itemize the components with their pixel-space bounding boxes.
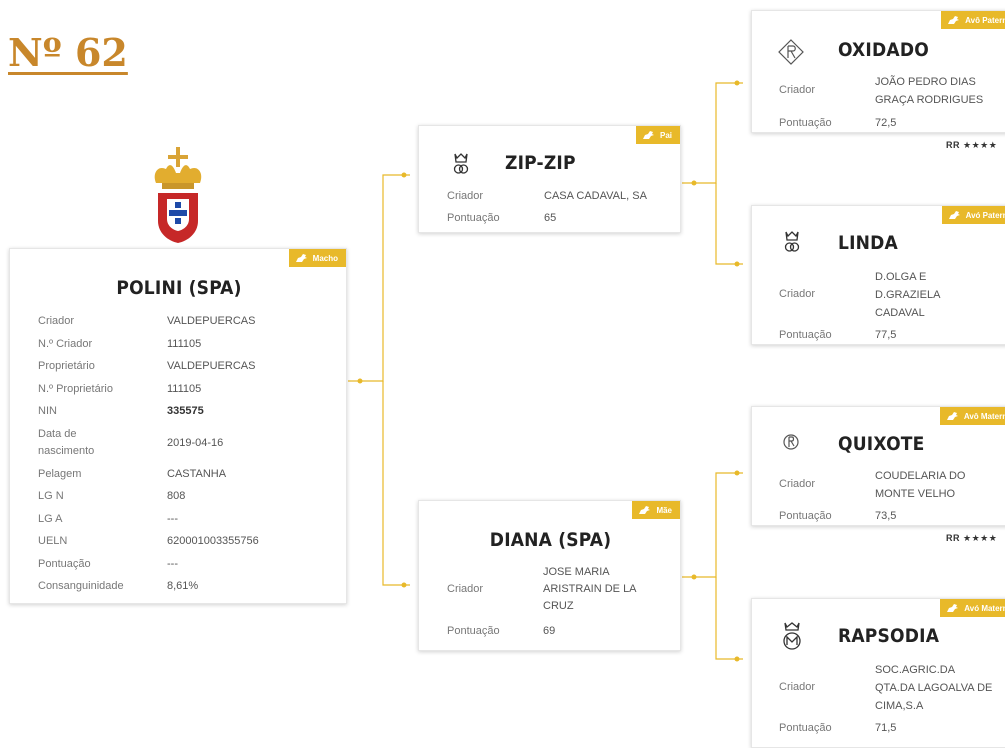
breeder-value: COUDELARIA DO MONTE VELHO (875, 470, 966, 500)
field-value: 111105 (167, 382, 202, 395)
breeder-value: D.OLGA E D.GRAZIELA CADAVAL (875, 271, 940, 319)
brand-crown-m-icon (783, 622, 801, 650)
field-value: 111105 (167, 337, 202, 350)
field-label: Criador (38, 315, 75, 327)
score-value: 73,5 (875, 510, 897, 522)
breeder-value: JOSE MARIA ARISTRAIN DE LA CRUZ (543, 566, 636, 612)
breeder-label: Criador (779, 288, 816, 300)
grandparent-card: Avô Paterno OXIDADO Criador JOÃO PEDRO D… (751, 10, 1005, 133)
horse-name: POLINI (SPA) (116, 277, 242, 299)
breeder-value: SOC.AGRIC.DA QTA.DA LAGOALVA DE CIMA,S.A (875, 664, 993, 712)
breeder-label: Criador (447, 190, 484, 202)
field-value: VALDEPUERCAS (167, 315, 256, 327)
horse-name: RAPSODIA (838, 625, 940, 647)
badge-label: Mãe (656, 505, 672, 515)
field-value: CASTANHA (167, 467, 227, 480)
horse-icon (639, 506, 651, 514)
breeder-label: Criador (447, 583, 484, 595)
field-label: Pelagem (38, 467, 82, 480)
dam-card: Mãe DIANA (SPA) Criador JOSE MARIA ARIST… (418, 500, 681, 651)
horse-name: QUIXOTE (838, 433, 925, 455)
grandparent-badge: Avó Materna (940, 599, 1005, 617)
field-value: VALDEPUERCAS (167, 360, 256, 372)
brand-circle-icon (783, 434, 799, 450)
breeder-label: Criador (779, 84, 816, 96)
score-label: Pontuação (447, 625, 500, 637)
brand-crown-icon (453, 153, 469, 174)
field-value: 8,61% (167, 580, 199, 592)
breeder-value: CASA CADAVAL, SA (544, 190, 647, 202)
sire-card: Pai ZIP-ZIP Criador CASA CADAVAL, SA Pon… (418, 125, 681, 233)
breeder-label: Criador (779, 478, 816, 490)
field-value: 335575 (167, 405, 204, 417)
grandparent-card: Avó Materna RAPSODIA Criador SOC.AGRIC.D… (751, 598, 1005, 748)
brand-crown-icon (784, 231, 800, 252)
dam-badge: Mãe (632, 501, 680, 519)
badge-label: Avô Paterno (965, 15, 1005, 25)
field-value: 620001003355756 (167, 535, 259, 547)
brand-diamond-icon (778, 39, 804, 65)
score-value: 71,5 (875, 722, 897, 734)
breeder-value: JOÃO PEDRO DIAS GRAÇA RODRIGUES (875, 76, 984, 106)
score-value: 69 (543, 625, 556, 637)
main-horse-card: Macho POLINI (SPA) Criador VALDEPUERCAS N.… (9, 248, 347, 604)
field-label: Pontuação (38, 557, 91, 570)
rating: RR ★★★★ (946, 533, 998, 543)
score-value: 77,5 (875, 329, 897, 341)
field-label: Proprietário (38, 360, 95, 372)
score-value: 72,5 (875, 117, 897, 129)
horse-icon (946, 412, 958, 420)
horse-icon (295, 254, 307, 262)
field-label: LG A (38, 512, 63, 525)
grandparent-card: Avô Materno QUIXOTE Criador COUDELARIA D… (751, 406, 1005, 526)
badge-label: Avó Materna (964, 603, 1005, 613)
grandparent-badge: Avó Paterna (941, 206, 1005, 224)
field-value: --- (167, 512, 178, 525)
field-value: --- (167, 557, 178, 570)
field-label: Consanguinidade (38, 580, 124, 592)
horse-icon (948, 211, 960, 219)
horse-icon (947, 604, 959, 612)
badge-label: Avô Materno (963, 411, 1005, 421)
rating: RR ★★★★ (946, 140, 998, 150)
horse-name: ZIP-ZIP (505, 152, 576, 174)
field-label: N.º Criador (38, 337, 93, 350)
horse-icon (642, 131, 654, 139)
score-label: Pontuação (779, 722, 832, 734)
score-label: Pontuação (779, 117, 832, 129)
horse-name: LINDA (838, 232, 898, 254)
badge-label: Avó Paterna (965, 210, 1005, 220)
score-label: Pontuação (779, 510, 832, 522)
grandparent-badge: Avô Paterno (941, 11, 1005, 29)
field-label: Data de nascimento (38, 427, 95, 457)
field-label: LG N (38, 490, 64, 502)
field-value: 2019-04-16 (167, 436, 224, 449)
horse-icon (948, 16, 960, 24)
score-label: Pontuação (779, 329, 832, 341)
horse-name: OXIDADO (838, 39, 929, 61)
score-value: 65 (544, 212, 557, 224)
field-value: 808 (167, 490, 186, 502)
field-label: NIN (38, 405, 57, 417)
badge-label: Macho (312, 253, 338, 263)
field-label: N.º Proprietário (38, 382, 113, 395)
sex-badge: Macho (288, 249, 346, 267)
breeder-label: Criador (779, 681, 816, 693)
grandparent-badge: Avô Materno (939, 407, 1005, 425)
score-label: Pontuação (447, 212, 500, 224)
badge-label: Pai (659, 130, 672, 140)
horse-name: DIANA (SPA) (489, 529, 612, 551)
field-label: UELN (38, 535, 68, 547)
sire-badge: Pai (635, 126, 680, 144)
grandparent-card: Avó Paterna LINDA Criador D.OLGA E D.GRA… (751, 205, 1005, 345)
